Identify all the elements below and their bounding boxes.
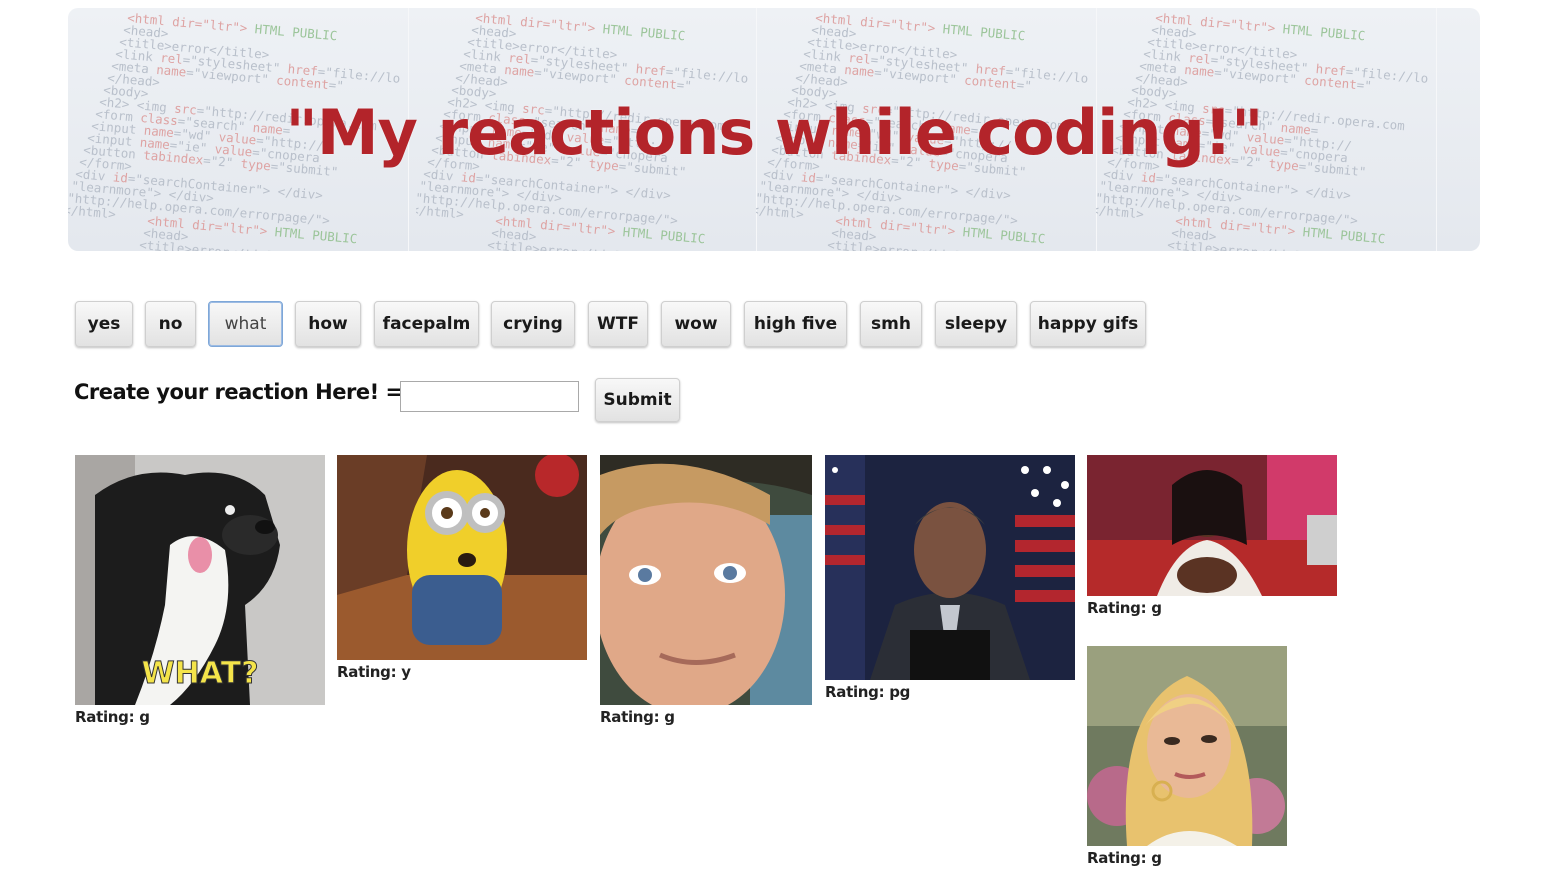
reaction-button-facepalm[interactable]: facepalm: [374, 301, 479, 347]
gif-rating: Rating: y: [337, 663, 411, 681]
create-reaction-label: Create your reaction Here! ===>: [74, 380, 454, 404]
gif-rating: Rating: g: [600, 708, 675, 726]
code-texture-line: <title>error</title>: [487, 237, 638, 251]
reaction-button-no[interactable]: no: [145, 301, 196, 347]
page-title: "My reactions while coding!": [285, 96, 1264, 169]
gif-rating: Rating: g: [75, 708, 150, 726]
code-texture-line: <title>error</title>: [1167, 237, 1318, 251]
reaction-button-wow[interactable]: wow: [661, 301, 731, 347]
submit-button[interactable]: Submit: [595, 378, 680, 422]
gif-rating: Rating: pg: [825, 683, 911, 701]
gif-rating: Rating: g: [1087, 849, 1162, 867]
man-closeup-gif[interactable]: [600, 455, 812, 705]
reaction-button-what[interactable]: what: [208, 301, 283, 347]
gif-rating: Rating: g: [1087, 599, 1162, 617]
reaction-button-sleepy[interactable]: sleepy: [935, 301, 1017, 347]
woman-side-eye-gif[interactable]: [1087, 646, 1287, 846]
reaction-button-how[interactable]: how: [295, 301, 361, 347]
code-texture-line: <title>error</title>: [827, 237, 978, 251]
reaction-button-high-five[interactable]: high five: [744, 301, 847, 347]
reaction-button-happy-gifs[interactable]: happy gifs: [1030, 301, 1146, 347]
reaction-button-smh[interactable]: smh: [860, 301, 922, 347]
reaction-button-yes[interactable]: yes: [75, 301, 133, 347]
woman-looking-away-gif[interactable]: [1087, 455, 1337, 596]
dog-what-gif[interactable]: WHAT?: [75, 455, 325, 705]
reaction-button-wtf[interactable]: WTF: [588, 301, 648, 347]
gif-caption: WHAT?: [142, 656, 259, 691]
minion-gif[interactable]: [337, 455, 587, 660]
code-texture-line: <title>error</title>: [139, 237, 290, 251]
create-reaction-input[interactable]: [400, 381, 579, 412]
header-banner: <html dir="ltr"> HTML PUBLIC <head> <title…: [68, 8, 1480, 251]
speaker-podium-gif[interactable]: [825, 455, 1075, 680]
reaction-button-crying[interactable]: crying: [491, 301, 575, 347]
